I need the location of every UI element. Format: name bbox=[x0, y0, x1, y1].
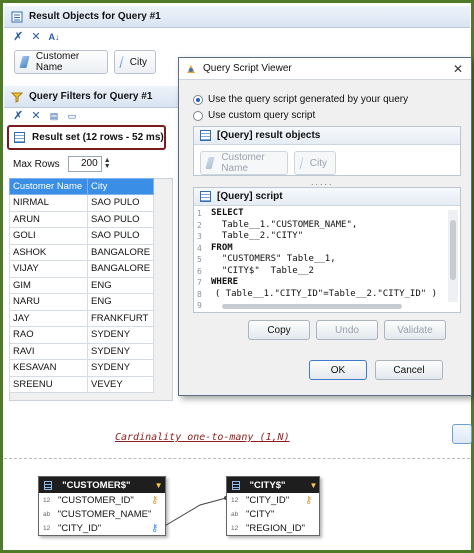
script-text: WHERE bbox=[211, 277, 239, 287]
script-text: FROM bbox=[211, 242, 233, 253]
script-text: "CITY$" Table__2 bbox=[211, 265, 314, 276]
horizontal-scrollbar[interactable] bbox=[208, 302, 438, 310]
close-icon[interactable]: ✕ bbox=[453, 62, 463, 76]
customers-table-header: "CUSTOMER$" ▼ bbox=[39, 477, 165, 493]
script-line: 8 ( Table__1."CITY_ID"=Table__2."CITY_ID… bbox=[197, 289, 437, 301]
chevron-down-icon[interactable]: ▼ bbox=[309, 481, 319, 490]
field-row: 12 "CITY_ID" ⚷ bbox=[227, 493, 319, 507]
result-objects-section: [Query] result objects Customer Name Cit… bbox=[193, 126, 461, 176]
line-number: 7 bbox=[197, 278, 202, 287]
script-text: Table__2."CITY" bbox=[211, 231, 304, 241]
validate-button[interactable]: Validate bbox=[384, 320, 446, 340]
copy-button[interactable]: Copy bbox=[248, 320, 310, 340]
field-row: ab "CUSTOMER_NAME" bbox=[43, 508, 152, 520]
field-row: 12 "CUSTOMER_ID" ⚷ bbox=[39, 493, 165, 507]
splitter-handle[interactable]: ..... bbox=[311, 177, 334, 187]
line-number: 8 bbox=[197, 289, 202, 299]
script-line: 7 WHERE bbox=[197, 277, 437, 289]
chevron-down-icon[interactable]: ▼ bbox=[155, 481, 165, 490]
key-icon: ⚷ bbox=[151, 494, 159, 506]
line-number: 5 bbox=[197, 255, 202, 264]
query-script-viewer-dialog: Query Script Viewer ✕ Use the query scri… bbox=[178, 57, 472, 396]
script-line: 3 Table__2."CITY" bbox=[197, 231, 437, 243]
script-editor[interactable]: 1 SELECT 2 Table__1."CUSTOMER_NAME", 3 Tabl… bbox=[197, 208, 437, 312]
line-number: 6 bbox=[197, 266, 202, 276]
result-object-city: City bbox=[294, 151, 336, 175]
undo-button[interactable]: Undo bbox=[316, 320, 378, 340]
line-number: 3 bbox=[197, 232, 202, 241]
field-row: 12 "CITY_ID" ⚷ bbox=[39, 521, 165, 535]
line-number: 4 bbox=[197, 243, 202, 253]
script-text: Table__1."CUSTOMER_NAME", bbox=[211, 219, 358, 230]
script-line: 4 FROM bbox=[197, 243, 437, 255]
script-line: 1 SELECT bbox=[197, 208, 437, 220]
script-text: ( Table__1."CITY_ID"=Table__2."CITY_ID" … bbox=[204, 288, 437, 299]
script-line: 6 "CITY$" Table__2 bbox=[197, 266, 437, 278]
script-section-header: [Query] script bbox=[194, 188, 460, 206]
result-object-customer-name: Customer Name bbox=[200, 151, 288, 175]
radio-button[interactable] bbox=[193, 110, 203, 121]
table-icon bbox=[44, 480, 53, 490]
city-table-header: "CITY$" ▼ bbox=[227, 477, 319, 493]
key-icon: ⚷ bbox=[305, 494, 313, 506]
dialog-title: Query Script Viewer bbox=[203, 63, 292, 74]
grid-icon bbox=[200, 130, 211, 141]
city-table-box[interactable]: "CITY$" ▼ 12 "CITY_ID" ⚷ ab "CITY" 12 "R… bbox=[226, 476, 320, 536]
app-logo-icon bbox=[185, 63, 197, 75]
script-text: SELECT bbox=[211, 208, 244, 218]
script-text: "CUSTOMERS" Table__1, bbox=[211, 254, 336, 264]
ok-button[interactable]: OK bbox=[309, 360, 367, 380]
vertical-scrollbar[interactable] bbox=[448, 210, 458, 302]
radio-button[interactable] bbox=[193, 94, 203, 105]
option-custom-script[interactable]: Use custom query script bbox=[193, 110, 315, 121]
dimension-icon bbox=[299, 157, 304, 169]
dimension-icon bbox=[205, 157, 215, 169]
table-icon bbox=[232, 480, 240, 490]
field-row: 12 "REGION_ID" bbox=[231, 522, 305, 534]
line-number: 1 bbox=[197, 209, 202, 218]
line-number: 2 bbox=[197, 220, 202, 230]
script-line: 2 Table__1."CUSTOMER_NAME", bbox=[197, 220, 437, 232]
option-generated-script[interactable]: Use the query script generated by your q… bbox=[193, 94, 408, 105]
script-section: [Query] script 1 SELECT 2 Table__1."CUSTOM… bbox=[193, 187, 461, 313]
cancel-button[interactable]: Cancel bbox=[375, 360, 443, 380]
field-row: ab "CITY" bbox=[231, 508, 275, 520]
key-icon: ⚷ bbox=[151, 522, 159, 534]
dialog-titlebar: Query Script Viewer ✕ bbox=[179, 58, 471, 80]
script-line: 5 "CUSTOMERS" Table__1, bbox=[197, 254, 437, 266]
customers-table-box[interactable]: "CUSTOMER$" ▼ 12 "CUSTOMER_ID" ⚷ ab "CUS… bbox=[38, 476, 166, 536]
result-objects-section-header: [Query] result objects bbox=[194, 127, 460, 145]
grid-icon bbox=[200, 191, 211, 202]
